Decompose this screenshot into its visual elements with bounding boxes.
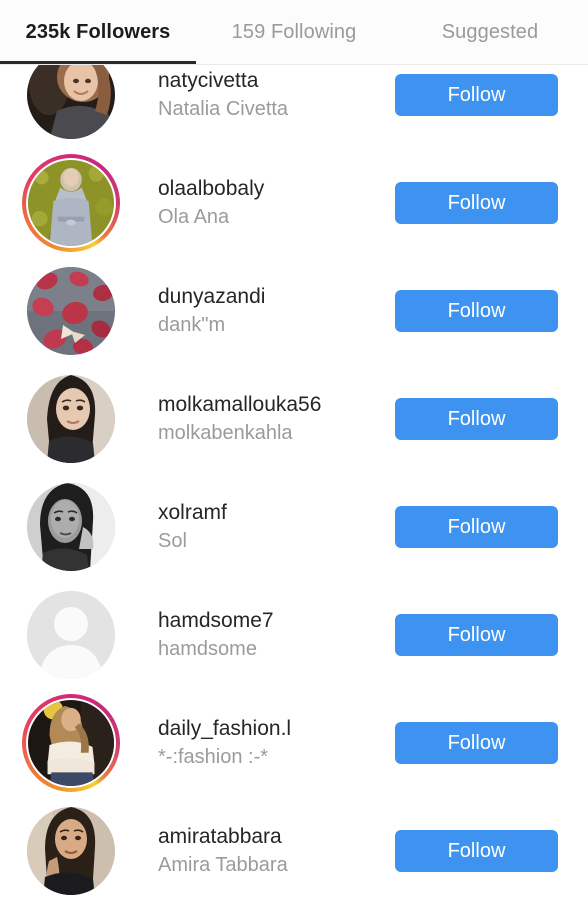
avatar-container[interactable] [22,370,120,468]
username[interactable]: molkamallouka56 [158,391,395,419]
follow-button[interactable]: Follow [395,290,558,332]
tab-suggested-label: Suggested [441,20,539,43]
username[interactable]: amiratabbara [158,823,395,851]
follower-row[interactable]: hamdsome7 hamdsome Follow [0,581,588,689]
avatar-container[interactable] [22,154,120,252]
follow-button[interactable]: Follow [395,506,558,548]
user-names[interactable]: amiratabbara Amira Tabbara [120,823,395,880]
tab-followers-label: 235k Followers [25,20,171,43]
follower-row[interactable]: daily_fashion.l *-:fashion :-* Follow [0,689,588,797]
active-tab-indicator [0,61,196,64]
username[interactable]: olaalbobaly [158,175,395,203]
username[interactable]: daily_fashion.l [158,715,395,743]
full-name: Ola Ana [158,206,230,229]
avatar-container[interactable] [22,586,120,684]
follow-button[interactable]: Follow [395,830,558,872]
username[interactable]: hamdsome7 [158,607,395,635]
follow-button[interactable]: Follow [395,614,558,656]
username[interactable]: natycivetta [158,67,395,95]
user-names[interactable]: olaalbobaly Ola Ana [120,175,395,232]
follower-row[interactable]: xolramf Sol Follow [0,473,588,581]
full-name: Natalia Civetta [158,98,289,121]
tab-following-label: 159 Following [231,20,357,43]
full-name: Sol [158,530,187,553]
avatar-container[interactable] [22,262,120,360]
avatar-container[interactable] [22,802,120,900]
tab-followers[interactable]: 235k Followers [0,0,196,65]
avatar[interactable] [27,375,115,463]
avatar[interactable] [27,483,115,571]
follow-button[interactable]: Follow [395,722,558,764]
default-avatar-icon[interactable] [27,591,115,679]
follow-button[interactable]: Follow [395,398,558,440]
full-name: *-:fashion :-* [158,746,269,769]
user-names[interactable]: hamdsome7 hamdsome [120,607,395,664]
user-names[interactable]: molkamallouka56 molkabenkahla [120,391,395,448]
avatar-container[interactable] [22,478,120,576]
full-name: Amira Tabbara [158,854,288,877]
user-names[interactable]: xolramf Sol [120,499,395,556]
user-names[interactable]: dunyazandi dank"m [120,283,395,340]
followers-list[interactable]: natycivetta Natalia Civetta Follow olaalbo… [0,41,588,905]
follower-row[interactable]: olaalbobaly Ola Ana Follow [0,149,588,257]
tab-bar: 235k Followers 159 Following Suggested [0,0,588,65]
avatar[interactable] [28,160,114,246]
full-name: molkabenkahla [158,422,293,445]
user-names[interactable]: daily_fashion.l *-:fashion :-* [120,715,395,772]
follower-row[interactable]: molkamallouka56 molkabenkahla Follow [0,365,588,473]
tab-following[interactable]: 159 Following [196,0,392,65]
avatar-container[interactable] [22,694,120,792]
avatar[interactable] [27,267,115,355]
follow-button[interactable]: Follow [395,182,558,224]
follower-row[interactable]: dunyazandi dank"m Follow [0,257,588,365]
username[interactable]: dunyazandi [158,283,395,311]
user-names[interactable]: natycivetta Natalia Civetta [120,67,395,124]
avatar[interactable] [28,700,114,786]
full-name: hamdsome [158,638,257,661]
follower-row[interactable]: amiratabbara Amira Tabbara Follow [0,797,588,905]
username[interactable]: xolramf [158,499,395,527]
avatar[interactable] [27,807,115,895]
full-name: dank"m [158,314,226,337]
tab-suggested[interactable]: Suggested [392,0,588,65]
follow-button[interactable]: Follow [395,74,558,116]
